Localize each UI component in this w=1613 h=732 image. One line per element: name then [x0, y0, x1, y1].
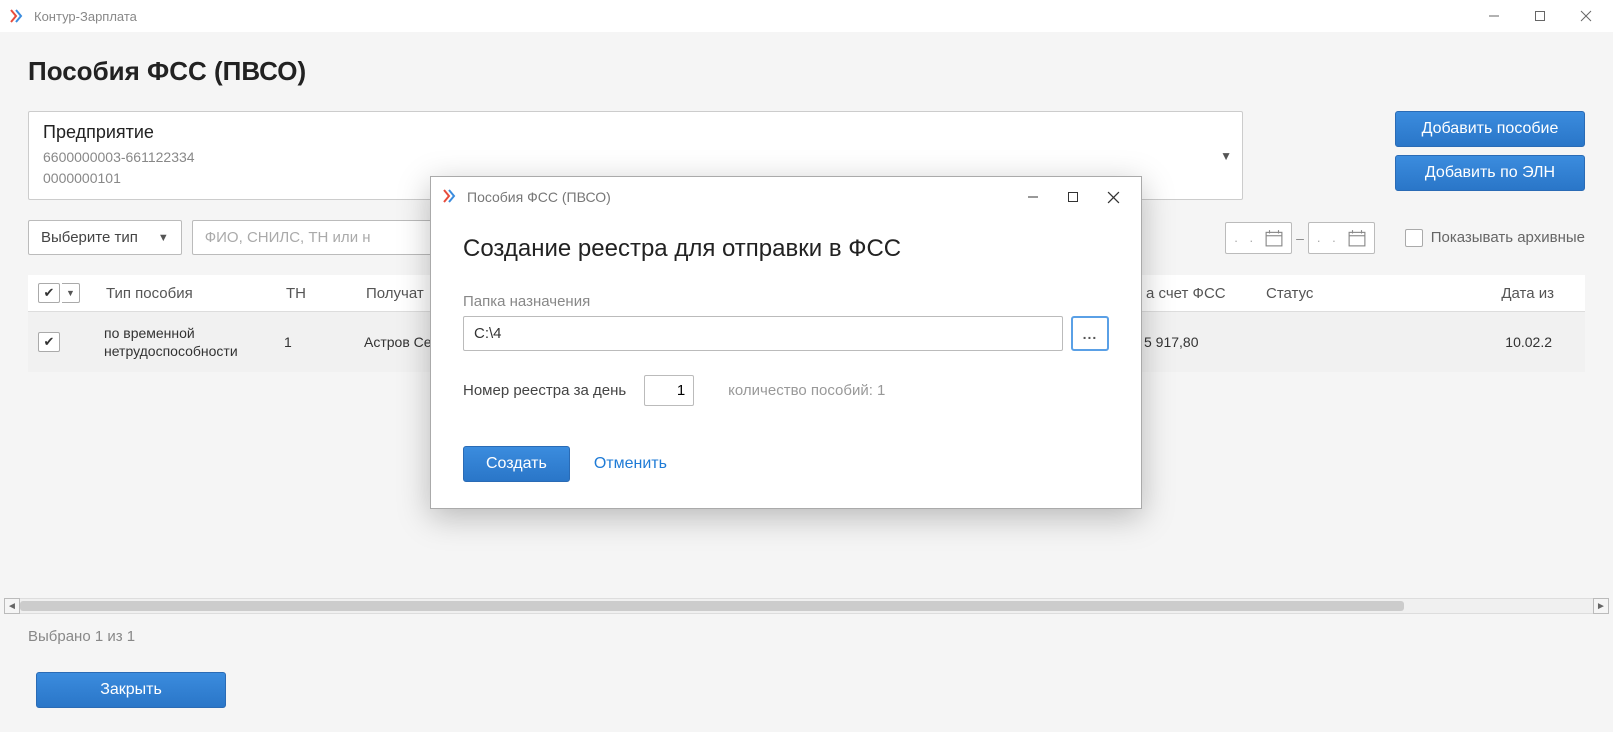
date-from-value: . .	[1234, 230, 1257, 245]
add-by-eln-button[interactable]: Добавить по ЭЛН	[1395, 155, 1585, 191]
select-all-checkbox[interactable]: ✔	[38, 283, 60, 303]
maximize-button[interactable]	[1517, 0, 1563, 32]
scroll-left-button[interactable]: ◄	[4, 598, 20, 614]
cancel-button[interactable]: Отменить	[594, 455, 667, 473]
date-from-input[interactable]: . .	[1225, 222, 1292, 254]
modal-logo-icon	[441, 188, 459, 206]
show-archive-checkbox[interactable]	[1405, 229, 1423, 247]
col-status: Статус	[1260, 285, 1460, 302]
folder-label: Папка назначения	[463, 293, 1109, 310]
create-registry-modal: Пособия ФСС (ПВСО) Создание реестра для …	[430, 176, 1142, 509]
calendar-icon	[1348, 229, 1366, 247]
modal-window-title: Пособия ФСС (ПВСО)	[467, 189, 611, 205]
type-select[interactable]: Выберите тип ▼	[28, 220, 182, 255]
col-type: Тип пособия	[100, 285, 280, 302]
modal-minimize-button[interactable]	[1013, 177, 1053, 217]
scroll-right-button[interactable]: ►	[1593, 598, 1609, 614]
chevron-down-icon: ▼	[158, 232, 169, 244]
search-input[interactable]: ФИО, СНИЛС, ТН или н	[192, 220, 432, 255]
scroll-thumb[interactable]	[20, 601, 1404, 611]
add-benefit-button[interactable]: Добавить пособие	[1395, 111, 1585, 147]
app-logo-icon	[8, 7, 26, 25]
selection-summary: Выбрано 1 из 1	[28, 628, 135, 645]
reg-number-label: Номер реестра за день	[463, 382, 626, 399]
cell-date: 10.02.2	[1458, 334, 1558, 350]
chevron-down-icon: ▼	[1220, 149, 1232, 163]
enterprise-line1: 6600000003-661122334	[43, 147, 1228, 168]
page-title: Пособия ФСС (ПВСО)	[28, 56, 1585, 87]
modal-close-button[interactable]	[1093, 177, 1133, 217]
create-button[interactable]: Создать	[463, 446, 570, 482]
modal-titlebar: Пособия ФСС (ПВСО)	[431, 177, 1141, 217]
titlebar: Контур-Зарплата	[0, 0, 1613, 32]
cell-fss: 5 917,80	[1138, 334, 1258, 350]
app-title: Контур-Зарплата	[34, 9, 137, 24]
show-archive-label: Показывать архивные	[1431, 229, 1585, 246]
col-tn: ТН	[280, 285, 360, 302]
row-checkbox[interactable]: ✔	[38, 332, 60, 352]
scroll-track[interactable]	[20, 598, 1593, 614]
folder-path-input[interactable]: C:\4	[463, 316, 1063, 351]
horizontal-scrollbar[interactable]: ◄ ►	[4, 598, 1609, 614]
col-fss: а счет ФСС	[1140, 285, 1260, 302]
col-date: Дата из	[1460, 285, 1560, 302]
date-to-input[interactable]: . .	[1308, 222, 1375, 254]
cell-tn: 1	[278, 334, 358, 350]
date-to-value: . .	[1317, 230, 1340, 245]
close-page-button[interactable]: Закрыть	[36, 672, 226, 708]
date-range-dash: –	[1296, 230, 1304, 246]
minimize-button[interactable]	[1471, 0, 1517, 32]
cell-type: по временной нетрудоспособности	[98, 324, 278, 360]
type-select-label: Выберите тип	[41, 229, 138, 246]
enterprise-label: Предприятие	[43, 122, 1228, 143]
modal-maximize-button[interactable]	[1053, 177, 1093, 217]
select-all-dropdown[interactable]: ▼	[62, 283, 80, 303]
benefit-count-label: количество пособий: 1	[728, 382, 885, 399]
reg-number-input[interactable]	[644, 375, 694, 406]
modal-heading: Создание реестра для отправки в ФСС	[463, 235, 1109, 263]
browse-button[interactable]: ...	[1071, 316, 1109, 351]
calendar-icon	[1265, 229, 1283, 247]
close-window-button[interactable]	[1563, 0, 1609, 32]
